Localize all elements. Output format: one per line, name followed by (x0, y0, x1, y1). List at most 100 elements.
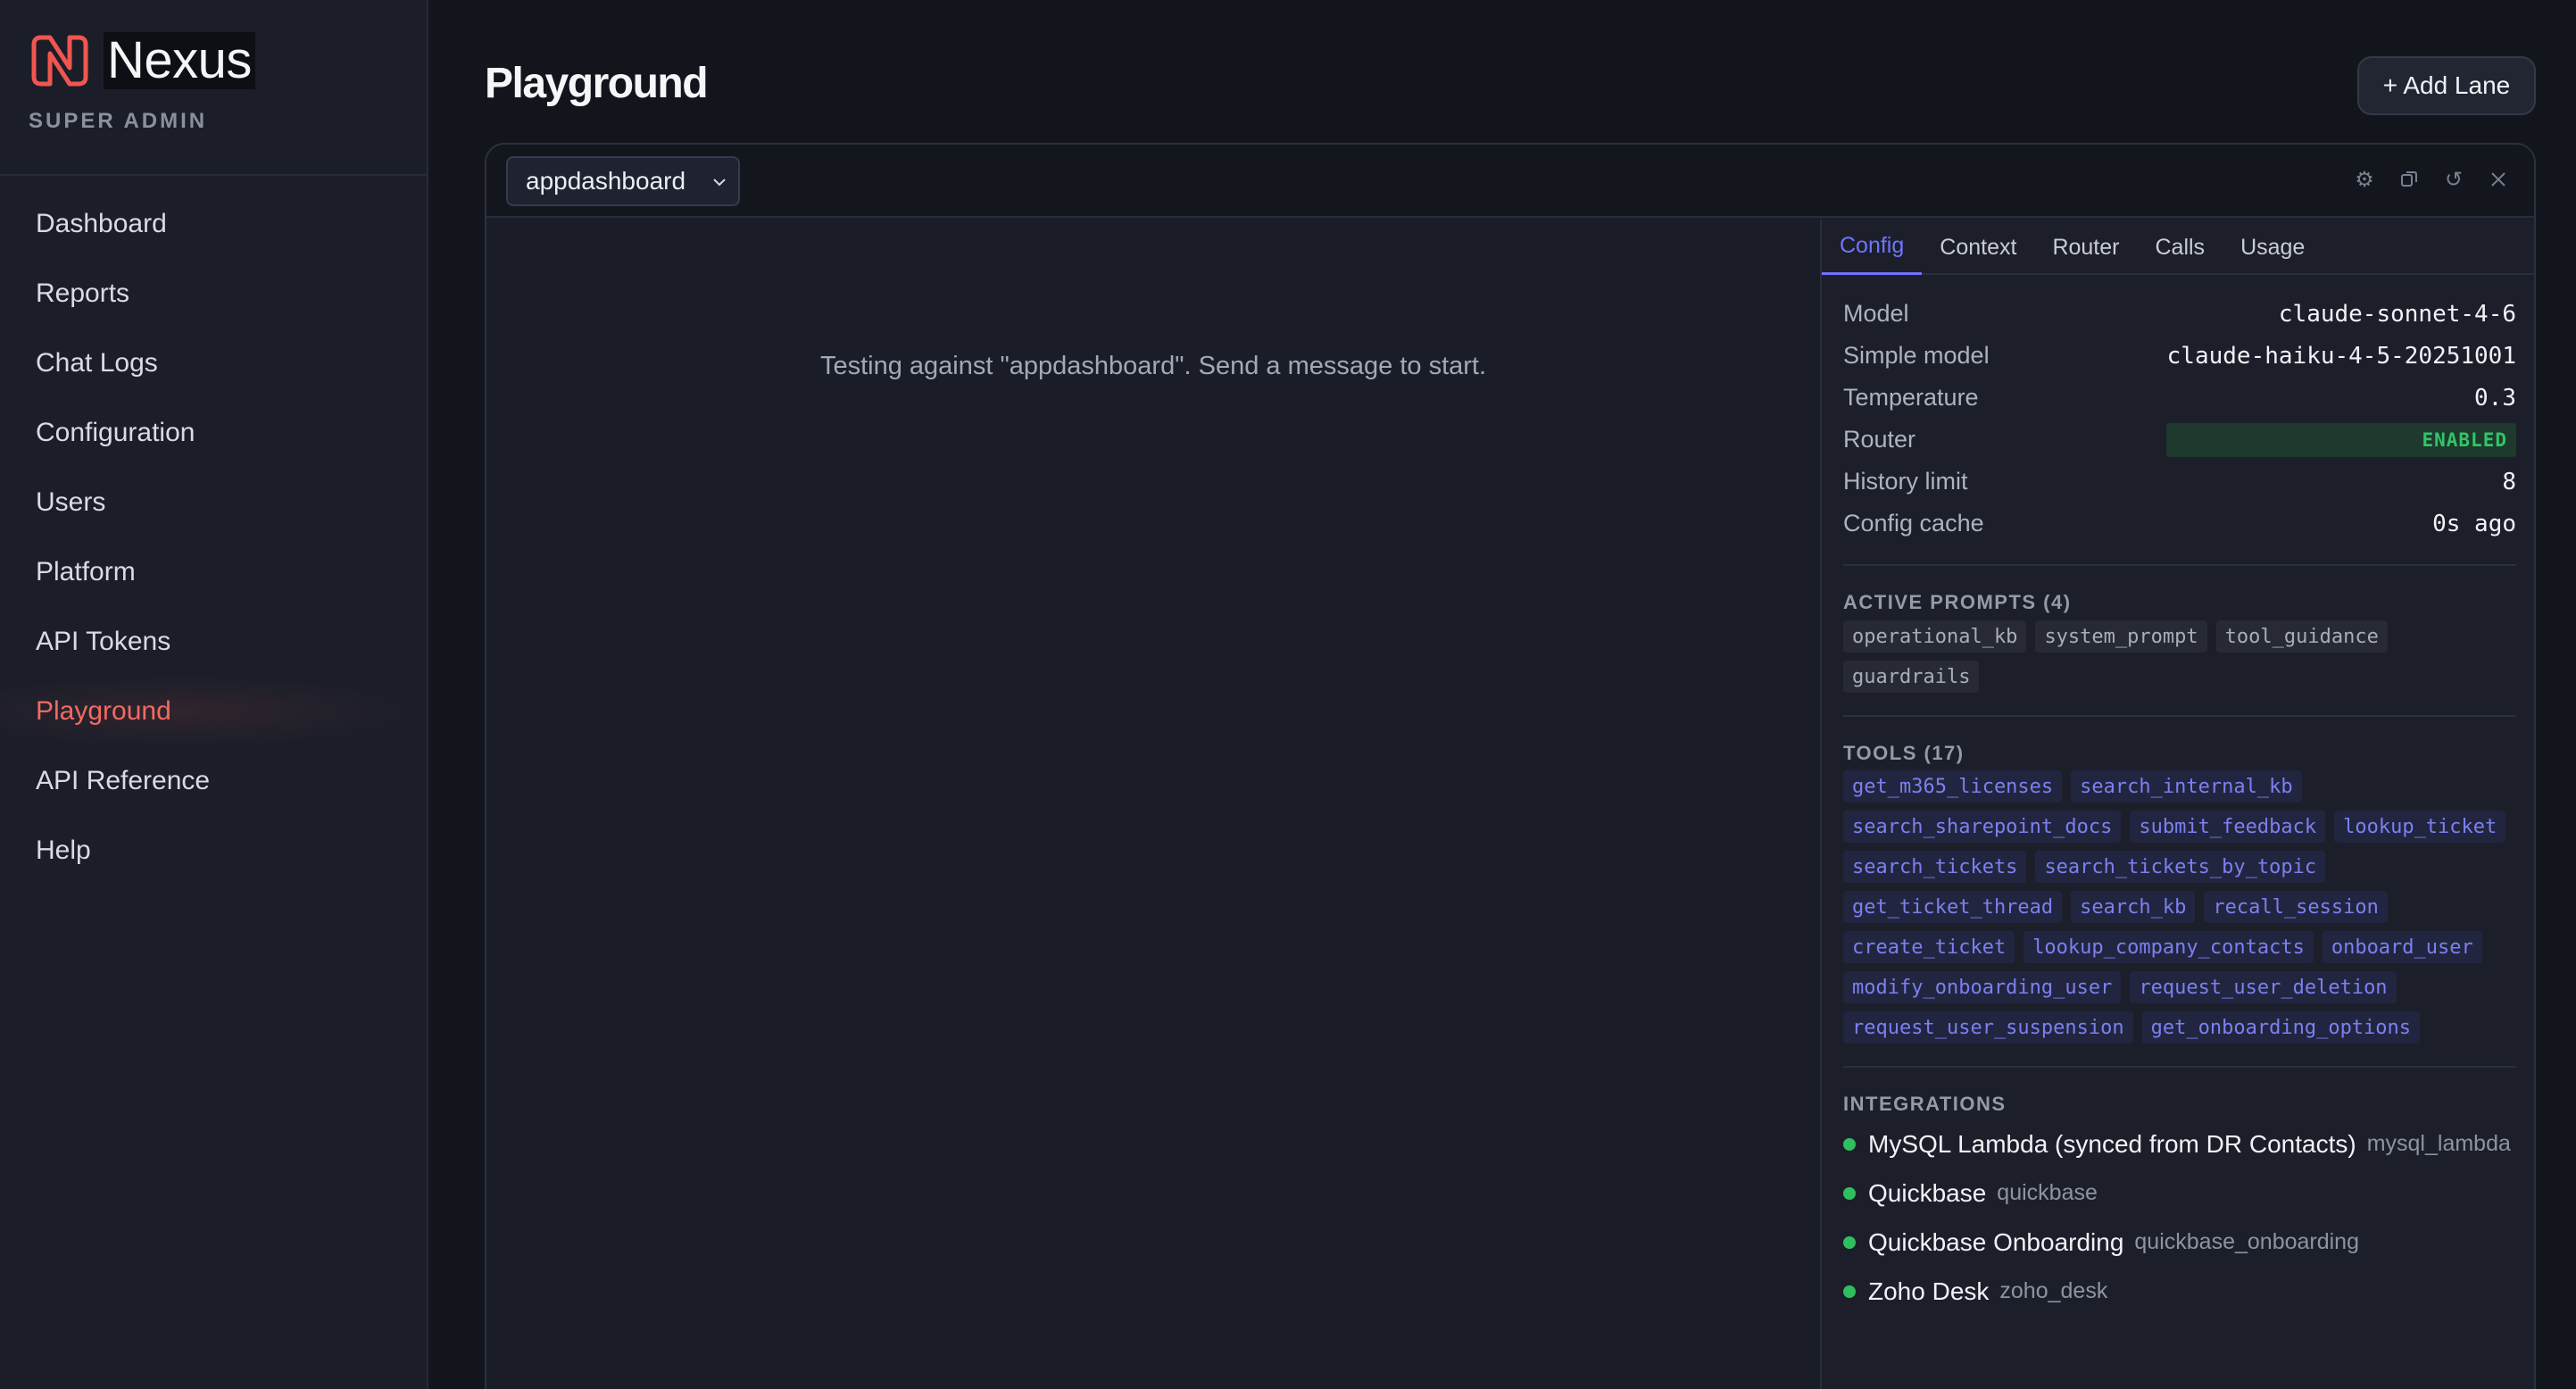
integration-item: MySQL Lambda (synced from DR Contacts) m… (1843, 1119, 2522, 1169)
sidebar-item-help[interactable]: Help (0, 816, 427, 886)
sidebar-item-label: API Reference (36, 766, 211, 795)
section-divider (1843, 715, 2516, 717)
sidebar-item-label: Chat Logs (36, 348, 158, 378)
gear-icon[interactable]: ⚙ (2354, 166, 2375, 193)
active-prompts-title: ACTIVE PROMPTS (4) (1843, 591, 2072, 613)
sidebar-item-label: Help (36, 836, 91, 865)
config-row-temperature: Temperature 0.3 (1843, 377, 2516, 419)
integration-item: Quickbase Onboarding quickbase_onboardin… (1843, 1218, 2522, 1267)
brand[interactable]: Nexus (29, 32, 255, 89)
config-key: Config cache (1843, 510, 1984, 536)
sidebar-item-chat-logs[interactable]: Chat Logs (0, 329, 427, 398)
empty-state-message: Testing against "appdashboard". Send a m… (819, 352, 1487, 380)
tool-chip-list: get_m365_licenses search_internal_kb sea… (1843, 770, 2522, 1044)
config-value: 0.3 (2474, 384, 2516, 412)
tool-chip: get_ticket_thread (1843, 891, 2063, 923)
tab-config[interactable]: Config (1822, 220, 1923, 275)
brand-name: Nexus (104, 32, 255, 89)
sidebar-item-label: Playground (36, 696, 171, 726)
integration-id: mysql_lambda (2366, 1131, 2511, 1156)
config-key: Temperature (1843, 384, 1979, 411)
integration-id: zoho_desk (1999, 1278, 2108, 1303)
tool-chip: get_onboarding_options (2141, 1011, 2421, 1044)
close-icon[interactable] (2488, 166, 2509, 193)
page-title: Playground (485, 60, 709, 107)
sidebar-item-label: Reports (36, 279, 130, 308)
config-row-simple-model: Simple model claude-haiku-4-5-20251001 (1843, 335, 2516, 377)
chevron-down-icon (713, 179, 726, 187)
config-row-router: Router ENABLED (1843, 419, 2516, 461)
inspector-tabs: Config Context Router Calls Usage (1822, 220, 2534, 275)
prompt-chip: tool_guidance (2215, 620, 2388, 653)
copy-icon[interactable] (2398, 166, 2420, 193)
sidebar-item-label: Configuration (36, 418, 195, 447)
tool-chip: search_kb (2071, 891, 2196, 923)
sidebar-item-api-tokens[interactable]: API Tokens (0, 607, 427, 677)
integration-item: Zoho Desk zoho_desk (1843, 1267, 2522, 1316)
tab-router[interactable]: Router (2034, 220, 2137, 275)
config-key: History limit (1843, 468, 1968, 495)
config-value: 8 (2502, 468, 2516, 495)
sidebar-item-label: API Tokens (36, 627, 171, 656)
app-select-value: appdashboard (526, 167, 686, 195)
sidebar-item-api-reference[interactable]: API Reference (0, 746, 427, 816)
tool-chip: onboard_user (2322, 931, 2482, 963)
lane-header: appdashboard ⚙ ↺ (486, 145, 2534, 218)
integration-item: Quickbase quickbase (1843, 1169, 2522, 1218)
tool-chip: search_internal_kb (2071, 770, 2302, 803)
app-select[interactable]: appdashboard (506, 156, 740, 206)
sidebar-item-playground[interactable]: Playground (0, 677, 427, 746)
tool-chip: submit_feedback (2130, 811, 2326, 843)
chat-area[interactable]: Testing against "appdashboard". Send a m… (486, 220, 1820, 1389)
sidebar-item-platform[interactable]: Platform (0, 537, 427, 607)
sidebar: Nexus SUPER ADMIN Dashboard Reports Chat… (0, 0, 428, 1389)
config-value: claude-sonnet-4-6 (2278, 300, 2516, 328)
lane-actions: ⚙ ↺ (2354, 166, 2509, 193)
integration-list: MySQL Lambda (synced from DR Contacts) m… (1843, 1119, 2522, 1316)
tool-chip: lookup_company_contacts (2023, 931, 2314, 963)
tool-chip: lookup_ticket (2334, 811, 2506, 843)
nexus-logo-icon (31, 35, 88, 87)
role-label: SUPER ADMIN (29, 109, 208, 133)
sidebar-nav: Dashboard Reports Chat Logs Configuratio… (0, 189, 427, 886)
sidebar-item-label: Dashboard (36, 209, 167, 238)
sidebar-item-label: Platform (36, 557, 136, 586)
config-value: claude-haiku-4-5-20251001 (2166, 342, 2516, 370)
config-row-model: Model claude-sonnet-4-6 (1843, 293, 2516, 335)
tab-usage[interactable]: Usage (2223, 220, 2323, 275)
refresh-icon[interactable]: ↺ (2443, 166, 2464, 193)
config-key: Model (1843, 300, 1909, 327)
integration-name: Quickbase Onboarding (1868, 1227, 2124, 1256)
tool-chip: request_user_deletion (2130, 971, 2397, 1003)
config-key: Simple model (1843, 342, 1990, 369)
integration-id: quickbase (1997, 1180, 2098, 1205)
section-divider (1843, 564, 2516, 566)
config-value: 0s ago (2432, 510, 2516, 537)
tools-title: TOOLS (17) (1843, 742, 1965, 764)
status-dot-icon (1843, 1186, 1856, 1200)
integration-id: quickbase_onboarding (2134, 1229, 2359, 1254)
status-dot-icon (1843, 1137, 1856, 1151)
router-status-badge: ENABLED (2166, 422, 2516, 457)
tool-chip: search_tickets (1843, 851, 2027, 883)
sidebar-item-users[interactable]: Users (0, 468, 427, 537)
sidebar-item-reports[interactable]: Reports (0, 259, 427, 329)
tab-context[interactable]: Context (1922, 220, 2034, 275)
add-lane-button[interactable]: + Add Lane (2357, 56, 2536, 115)
status-dot-icon (1843, 1285, 1856, 1298)
tool-chip: get_m365_licenses (1843, 770, 2063, 803)
prompt-chip: operational_kb (1843, 620, 2027, 653)
integration-name: Zoho Desk (1868, 1277, 1990, 1305)
playground-lane: appdashboard ⚙ ↺ Testing against "appdas… (485, 143, 2536, 1389)
prompt-chip: guardrails (1843, 661, 1980, 693)
sidebar-item-dashboard[interactable]: Dashboard (0, 189, 427, 259)
config-row-history-limit: History limit 8 (1843, 461, 2516, 503)
integration-name: MySQL Lambda (synced from DR Contacts) (1868, 1129, 2356, 1158)
sidebar-item-configuration[interactable]: Configuration (0, 398, 427, 468)
status-dot-icon (1843, 1235, 1856, 1249)
tool-chip: request_user_suspension (1843, 1011, 2133, 1044)
sidebar-item-label: Users (36, 487, 106, 517)
tab-calls[interactable]: Calls (2137, 220, 2223, 275)
tool-chip: modify_onboarding_user (1843, 971, 2122, 1003)
inspector-panel: Config Context Router Calls Usage Model … (1820, 220, 2534, 1389)
